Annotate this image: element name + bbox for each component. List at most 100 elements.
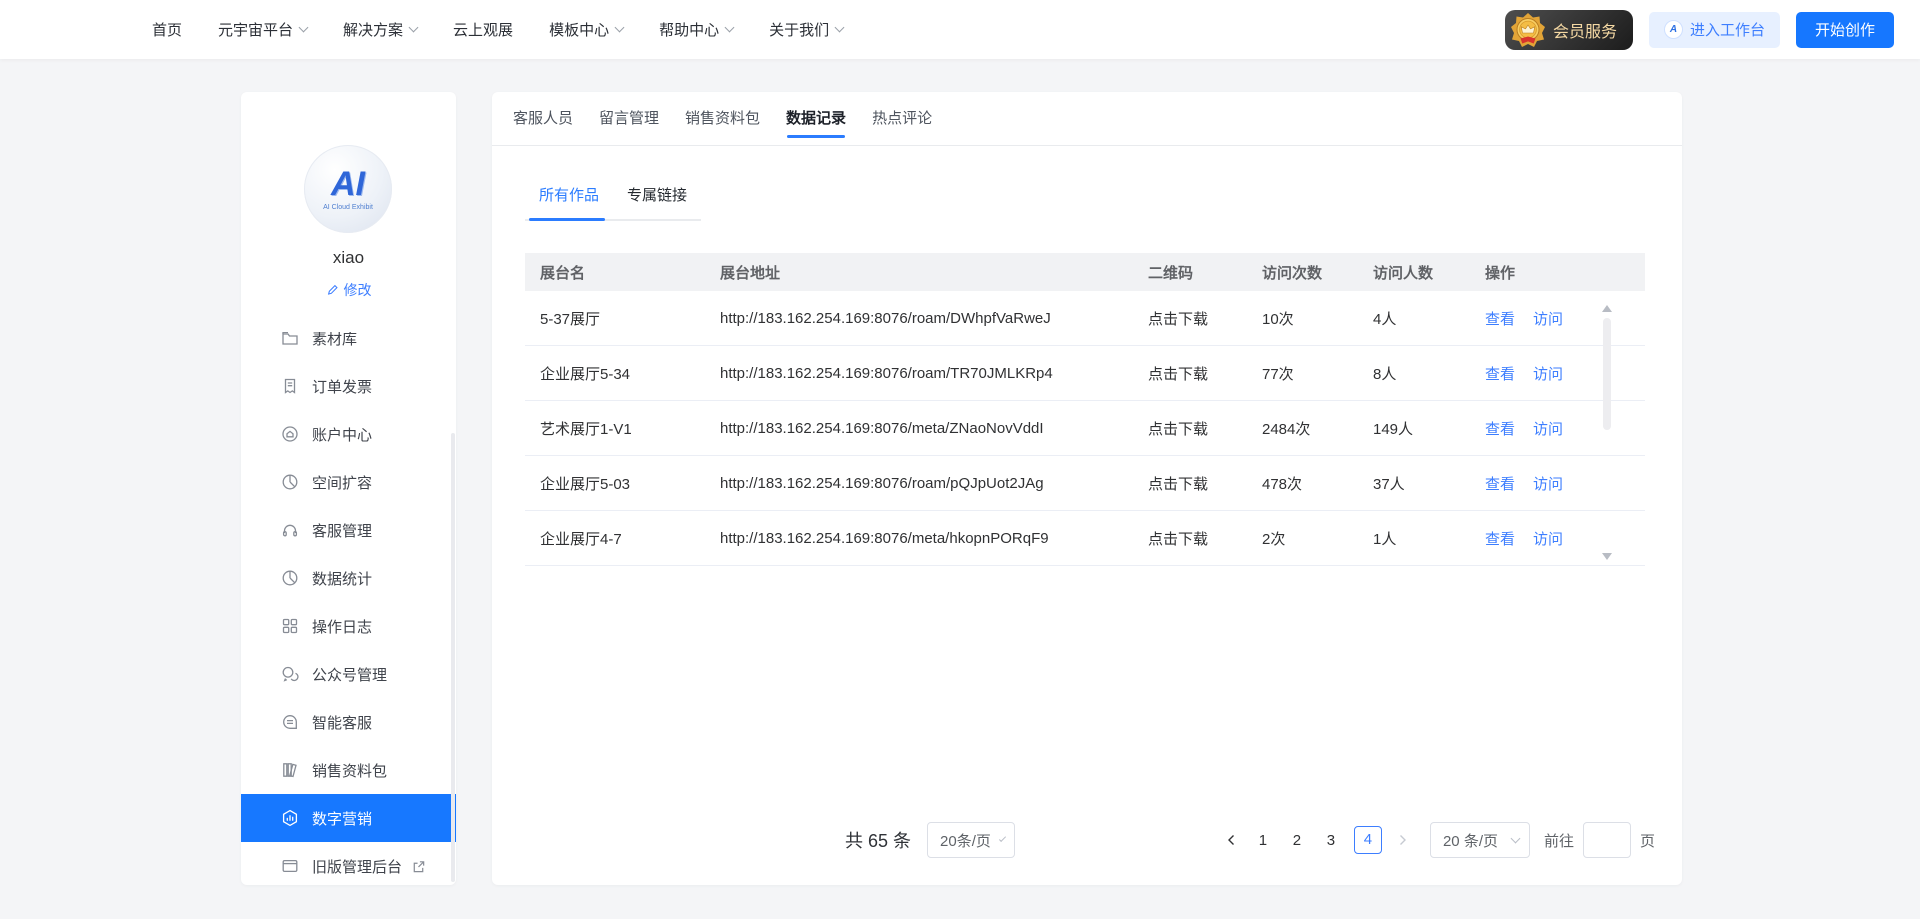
visit-link[interactable]: 访问 (1533, 531, 1563, 548)
col-header-actions: 操作 (1470, 262, 1645, 283)
avatar[interactable]: AI AI Cloud Exhibit (304, 145, 392, 233)
chat-bubbles-icon (281, 665, 299, 683)
nav-label: 首页 (152, 19, 182, 40)
booth-url-link[interactable]: http://183.162.254.169:8076/roam/DWhpfVa… (705, 310, 1133, 327)
sidebar-item-digital-marketing[interactable]: 数字营销 (241, 794, 456, 842)
page-number-1[interactable]: 1 (1248, 832, 1278, 849)
edit-profile-link[interactable]: 修改 (241, 280, 456, 300)
view-link[interactable]: 查看 (1485, 311, 1515, 328)
sidebar-item-label: 销售资料包 (312, 760, 387, 781)
start-create-button[interactable]: 开始创作 (1796, 12, 1894, 48)
view-link[interactable]: 查看 (1485, 421, 1515, 438)
sidebar-item-label: 智能客服 (312, 712, 372, 733)
goto-page-input[interactable] (1583, 822, 1631, 858)
table-scrollbar[interactable] (1599, 305, 1615, 560)
chevron-down-icon (299, 23, 309, 33)
sidebar-item-customer-service-management[interactable]: 客服管理 (241, 506, 456, 554)
sidebar-item-official-account-management[interactable]: 公众号管理 (241, 650, 456, 698)
page-number-2[interactable]: 2 (1282, 832, 1312, 849)
sidebar-item-legacy-admin[interactable]: 旧版管理后台 (241, 842, 456, 885)
enter-workspace-button[interactable]: A 进入工作台 (1649, 12, 1780, 48)
col-header-qrcode: 二维码 (1133, 262, 1247, 283)
page-number-4-active[interactable]: 4 (1354, 826, 1382, 854)
nav-item-solutions[interactable]: 解决方案 (343, 19, 417, 40)
booth-url-link[interactable]: http://183.162.254.169:8076/meta/hkopnPO… (705, 530, 1133, 547)
tab-message-management[interactable]: 留言管理 (599, 92, 659, 146)
page-size-select-2[interactable]: 20 条/页 (1430, 822, 1530, 858)
nav-item-cloud-exhibition[interactable]: 云上观展 (453, 19, 513, 40)
col-header-visit-count: 访问次数 (1247, 262, 1358, 283)
sidebar-item-label: 操作日志 (312, 616, 372, 637)
tab-customer-service-staff[interactable]: 客服人员 (513, 92, 573, 146)
nav-item-template-center[interactable]: 模板中心 (549, 19, 623, 40)
chevron-down-icon (615, 23, 625, 33)
nav-item-help-center[interactable]: 帮助中心 (659, 19, 733, 40)
page-size-value: 20条/页 (940, 830, 991, 851)
col-header-booth-name: 展台名 (525, 262, 705, 283)
qrcode-download-link[interactable]: 点击下载 (1133, 473, 1247, 494)
booth-url-link[interactable]: http://183.162.254.169:8076/roam/TR70JML… (705, 365, 1133, 382)
qrcode-download-link[interactable]: 点击下载 (1133, 528, 1247, 549)
sidebar-item-order-invoice[interactable]: 订单发票 (241, 362, 456, 410)
subtab-exclusive-links[interactable]: 专属链接 (613, 176, 701, 219)
sidebar-item-material-library[interactable]: 素材库 (241, 332, 456, 362)
qrcode-download-link[interactable]: 点击下载 (1133, 363, 1247, 384)
chevron-right-icon (1398, 834, 1408, 846)
next-page-button[interactable] (1388, 834, 1418, 846)
books-icon (281, 761, 299, 779)
tab-data-records[interactable]: 数据记录 (786, 92, 846, 146)
scrollbar-thumb[interactable] (1603, 318, 1611, 430)
visit-link[interactable]: 访问 (1533, 421, 1563, 438)
sidebar-item-smart-customer-service[interactable]: 智能客服 (241, 698, 456, 746)
sidebar-item-label: 客服管理 (312, 520, 372, 541)
nav-label: 元宇宙平台 (218, 19, 293, 40)
sidebar-item-label: 数据统计 (312, 568, 372, 589)
view-link[interactable]: 查看 (1485, 366, 1515, 383)
sidebar-item-account-center[interactable]: 账户中心 (241, 410, 456, 458)
booth-url-link[interactable]: http://183.162.254.169:8076/meta/ZNaoNov… (705, 420, 1133, 437)
prev-page-button[interactable] (1216, 834, 1246, 846)
grid-icon (281, 617, 299, 635)
username: xiao (241, 248, 456, 268)
visitor-count: 1人 (1358, 528, 1470, 549)
view-link[interactable]: 查看 (1485, 476, 1515, 493)
nav-label: 模板中心 (549, 19, 609, 40)
visit-link[interactable]: 访问 (1533, 366, 1563, 383)
chevron-down-icon (409, 23, 419, 33)
row-actions: 查看 访问 (1470, 308, 1645, 329)
sidebar-menu: 素材库 订单发票 账户中心 空间扩容 客服管理 数据统计 (241, 332, 456, 885)
sidebar-item-operation-log[interactable]: 操作日志 (241, 602, 456, 650)
receipt-icon (281, 377, 299, 395)
scroll-down-arrow-icon[interactable] (1602, 553, 1612, 560)
vip-service-button[interactable]: 会员服务 (1505, 10, 1633, 50)
booth-url-link[interactable]: http://183.162.254.169:8076/roam/pQJpUot… (705, 475, 1133, 492)
main-panel: 客服人员 留言管理 销售资料包 数据记录 热点评论 所有作品 专属链接 展台名 … (492, 92, 1682, 885)
page-size-select[interactable]: 20条/页 (927, 822, 1015, 858)
scroll-up-arrow-icon[interactable] (1602, 305, 1612, 312)
nav-item-about-us[interactable]: 关于我们 (769, 19, 843, 40)
folder-icon (281, 332, 299, 347)
tab-hot-comments[interactable]: 热点评论 (872, 92, 932, 146)
table-header: 展台名 展台地址 二维码 访问次数 访问人数 操作 (525, 253, 1645, 291)
subtab-all-works[interactable]: 所有作品 (525, 176, 613, 219)
sidebar-scrollbar[interactable] (451, 433, 455, 882)
page-number-3[interactable]: 3 (1316, 832, 1346, 849)
pie-chart-icon (281, 473, 299, 491)
nav-label: 解决方案 (343, 19, 403, 40)
visit-link[interactable]: 访问 (1533, 311, 1563, 328)
visit-link[interactable]: 访问 (1533, 476, 1563, 493)
booth-name: 5-37展厅 (525, 308, 705, 329)
nav-item-home[interactable]: 首页 (152, 19, 182, 40)
booth-name: 企业展厅5-03 (525, 473, 705, 494)
sidebar-item-data-statistics[interactable]: 数据统计 (241, 554, 456, 602)
qrcode-download-link[interactable]: 点击下载 (1133, 418, 1247, 439)
nav-item-metaverse-platform[interactable]: 元宇宙平台 (218, 19, 307, 40)
tab-sales-kit[interactable]: 销售资料包 (685, 92, 760, 146)
sidebar-item-space-expansion[interactable]: 空间扩容 (241, 458, 456, 506)
qrcode-download-link[interactable]: 点击下载 (1133, 308, 1247, 329)
external-link-icon (411, 859, 426, 874)
view-link[interactable]: 查看 (1485, 531, 1515, 548)
sidebar-item-sales-kit[interactable]: 销售资料包 (241, 746, 456, 794)
window-icon (281, 857, 299, 875)
pagination-controls: 1 2 3 4 20 条/页 前往 页 (1216, 822, 1655, 858)
